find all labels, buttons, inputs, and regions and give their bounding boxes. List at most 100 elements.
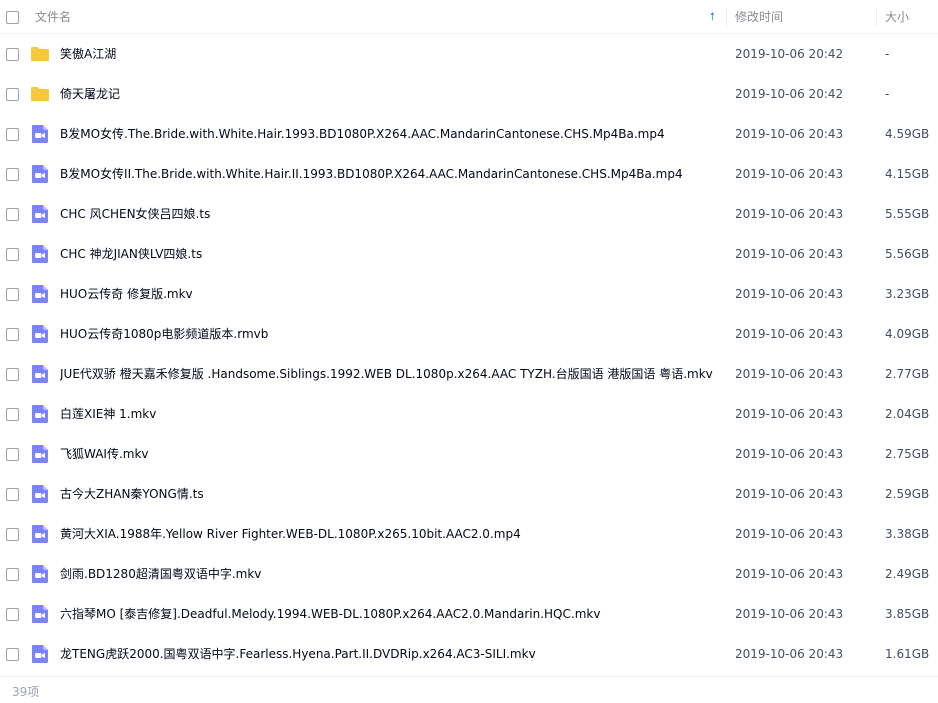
modified-time: 2019-10-06 20:43 xyxy=(735,167,844,181)
column-header-time[interactable]: 修改时间 xyxy=(735,0,875,34)
video-file-icon xyxy=(30,124,50,144)
modified-time: 2019-10-06 20:43 xyxy=(735,487,844,501)
modified-time: 2019-10-06 20:43 xyxy=(735,207,844,221)
file-size: - xyxy=(885,87,890,101)
row-checkbox[interactable] xyxy=(6,368,19,381)
file-name[interactable]: JUE代双骄 橙天嘉禾修复版 .Handsome.Siblings.1992.W… xyxy=(60,354,725,394)
row-checkbox[interactable] xyxy=(6,608,19,621)
file-name[interactable]: 笑傲A江湖 xyxy=(60,34,725,74)
column-header-size[interactable]: 大小 xyxy=(885,0,935,34)
modified-time: 2019-10-06 20:43 xyxy=(735,647,844,661)
video-file-icon xyxy=(30,364,50,384)
row-checkbox[interactable] xyxy=(6,448,19,461)
file-size: 3.38GB xyxy=(885,527,930,541)
file-size: 5.56GB xyxy=(885,247,930,261)
file-name[interactable]: B发MO女传II.The.Bride.with.White.Hair.II.19… xyxy=(60,154,725,194)
file-row[interactable]: HUO云传奇1080p电影频道版本.rmvb 2019-10-06 20:43 4.… xyxy=(0,314,938,354)
item-count: 39项 xyxy=(12,685,40,699)
file-name[interactable]: 黄河大XIA.1988年.Yellow River Fighter.WEB-DL… xyxy=(60,514,725,554)
modified-time: 2019-10-06 20:43 xyxy=(735,127,844,141)
file-row[interactable]: HUO云传奇 修复版.mkv 2019-10-06 20:43 3.23GB xyxy=(0,274,938,314)
file-row[interactable]: B发MO女传II.The.Bride.with.White.Hair.II.19… xyxy=(0,154,938,194)
file-size: 2.77GB xyxy=(885,367,930,381)
file-row[interactable]: 剑雨.BD1280超清国粤双语中字.mkv 2019-10-06 20:43 2.4… xyxy=(0,554,938,594)
video-file-icon xyxy=(30,564,50,584)
row-checkbox[interactable] xyxy=(6,248,19,261)
file-size: 4.09GB xyxy=(885,327,930,341)
folder-icon xyxy=(30,44,50,64)
file-row[interactable]: CHC 神龙JIAN侠LV四娘.ts 2019-10-06 20:43 5.56GB xyxy=(0,234,938,274)
file-rows: 笑傲A江湖 2019-10-06 20:42 - 倚天屠龙记 2019-10-06 20… xyxy=(0,34,938,674)
row-checkbox[interactable] xyxy=(6,168,19,181)
modified-time: 2019-10-06 20:43 xyxy=(735,327,844,341)
file-row[interactable]: 白莲XIE神 1.mkv 2019-10-06 20:43 2.04GB xyxy=(0,394,938,434)
row-checkbox[interactable] xyxy=(6,328,19,341)
row-checkbox[interactable] xyxy=(6,288,19,301)
file-name[interactable]: HUO云传奇 修复版.mkv xyxy=(60,274,725,314)
file-row[interactable]: 黄河大XIA.1988年.Yellow River Fighter.WEB-DL… xyxy=(0,514,938,554)
file-row[interactable]: JUE代双骄 橙天嘉禾修复版 .Handsome.Siblings.1992.W… xyxy=(0,354,938,394)
video-file-icon xyxy=(30,444,50,464)
file-row[interactable]: CHC 风CHEN女侠吕四娘.ts 2019-10-06 20:43 5.55GB xyxy=(0,194,938,234)
file-row[interactable]: 笑傲A江湖 2019-10-06 20:42 - xyxy=(0,34,938,74)
column-divider[interactable] xyxy=(876,8,877,26)
video-file-icon xyxy=(30,164,50,184)
file-name[interactable]: 飞狐WAI传.mkv xyxy=(60,434,725,474)
file-size: 2.59GB xyxy=(885,487,930,501)
file-name[interactable]: 剑雨.BD1280超清国粤双语中字.mkv xyxy=(60,554,725,594)
file-row[interactable]: 六指琴MO [泰吉修复].Deadful.Melody.1994.WEB-DL.… xyxy=(0,594,938,634)
file-name[interactable]: 龙TENG虎跃2000.国粤双语中字.Fearless.Hyena.Part.I… xyxy=(60,634,725,674)
row-checkbox[interactable] xyxy=(6,648,19,661)
file-size: - xyxy=(885,47,890,61)
file-name[interactable]: 六指琴MO [泰吉修复].Deadful.Melody.1994.WEB-DL.… xyxy=(60,594,725,634)
file-list-footer: 39项 xyxy=(0,676,938,703)
modified-time: 2019-10-06 20:43 xyxy=(735,527,844,541)
file-row[interactable]: 倚天屠龙记 2019-10-06 20:42 - xyxy=(0,74,938,114)
video-file-icon xyxy=(30,284,50,304)
sort-up-arrow-icon[interactable]: 🠕 xyxy=(710,0,715,34)
file-name[interactable]: 古今大ZHAN秦YONG情.ts xyxy=(60,474,725,514)
file-name[interactable]: CHC 风CHEN女侠吕四娘.ts xyxy=(60,194,725,234)
file-size: 4.15GB xyxy=(885,167,930,181)
file-name[interactable]: HUO云传奇1080p电影频道版本.rmvb xyxy=(60,314,725,354)
file-name[interactable]: CHC 神龙JIAN侠LV四娘.ts xyxy=(60,234,725,274)
row-checkbox[interactable] xyxy=(6,568,19,581)
row-checkbox[interactable] xyxy=(6,128,19,141)
video-file-icon xyxy=(30,604,50,624)
column-header-name[interactable]: 文件名 xyxy=(35,0,725,34)
file-size: 4.59GB xyxy=(885,127,930,141)
file-row[interactable]: 古今大ZHAN秦YONG情.ts 2019-10-06 20:43 2.59GB xyxy=(0,474,938,514)
file-row[interactable]: 龙TENG虎跃2000.国粤双语中字.Fearless.Hyena.Part.I… xyxy=(0,634,938,674)
video-file-icon xyxy=(30,324,50,344)
file-size: 3.85GB xyxy=(885,607,930,621)
modified-time: 2019-10-06 20:43 xyxy=(735,367,844,381)
video-file-icon xyxy=(30,404,50,424)
file-name[interactable]: 倚天屠龙记 xyxy=(60,74,725,114)
video-file-icon xyxy=(30,644,50,664)
modified-time: 2019-10-06 20:43 xyxy=(735,247,844,261)
modified-time: 2019-10-06 20:43 xyxy=(735,567,844,581)
row-checkbox[interactable] xyxy=(6,488,19,501)
file-size: 2.04GB xyxy=(885,407,930,421)
file-row[interactable]: 飞狐WAI传.mkv 2019-10-06 20:43 2.75GB xyxy=(0,434,938,474)
row-checkbox[interactable] xyxy=(6,528,19,541)
file-size: 1.61GB xyxy=(885,647,930,661)
modified-time: 2019-10-06 20:43 xyxy=(735,287,844,301)
file-list-panel: 文件名 🠕 修改时间 大小 笑傲A江湖 2019-10-06 20:42- 倚天屠龙… xyxy=(0,0,938,703)
column-divider[interactable] xyxy=(726,8,727,26)
video-file-icon xyxy=(30,204,50,224)
file-row[interactable]: B发MO女传.The.Bride.with.White.Hair.1993.BD… xyxy=(0,114,938,154)
row-checkbox[interactable] xyxy=(6,208,19,221)
modified-time: 2019-10-06 20:43 xyxy=(735,407,844,421)
row-checkbox[interactable] xyxy=(6,408,19,421)
file-name[interactable]: 白莲XIE神 1.mkv xyxy=(60,394,725,434)
video-file-icon xyxy=(30,484,50,504)
video-file-icon xyxy=(30,524,50,544)
file-size: 2.49GB xyxy=(885,567,930,581)
modified-time: 2019-10-06 20:42 xyxy=(735,87,844,101)
file-name[interactable]: B发MO女传.The.Bride.with.White.Hair.1993.BD… xyxy=(60,114,725,154)
select-all-checkbox[interactable] xyxy=(6,11,19,24)
video-file-icon xyxy=(30,244,50,264)
row-checkbox[interactable] xyxy=(6,48,19,61)
row-checkbox[interactable] xyxy=(6,88,19,101)
